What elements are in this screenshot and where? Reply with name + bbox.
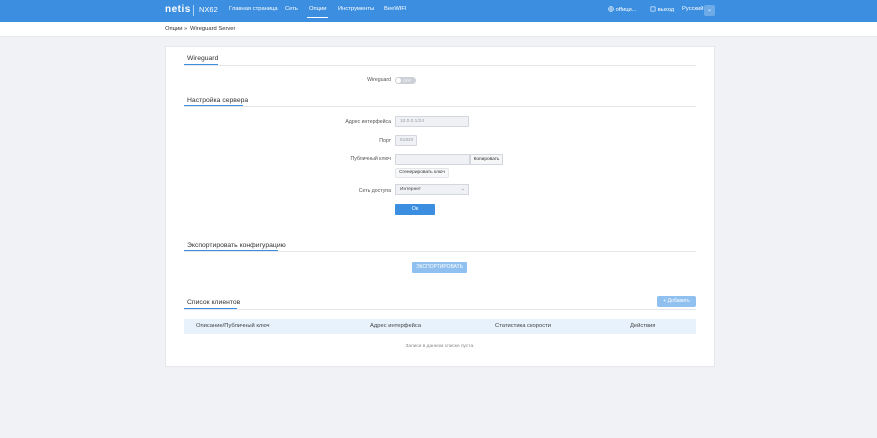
clients-table-header: Описание/Публичный ключ Адрес интерфейса…	[184, 319, 696, 334]
section-underline	[184, 105, 243, 106]
logo-divider	[193, 5, 194, 16]
chevron-down-icon: ⌄	[460, 186, 465, 192]
logout-link[interactable]: выход	[650, 6, 674, 13]
clients-section-title: Список клиентов	[187, 299, 241, 306]
language-select[interactable]: Русский	[682, 6, 704, 12]
section-underline	[184, 250, 278, 251]
export-section-title: Экспортировать конфигурацию	[187, 242, 286, 249]
nav-home[interactable]: Главная страница	[229, 6, 278, 12]
section-divider	[184, 309, 696, 310]
brand-logo[interactable]: netis	[165, 4, 191, 15]
interface-address-label: Адрес интерфейса	[345, 119, 391, 125]
nav-options[interactable]: Опции	[306, 6, 329, 18]
breadcrumb-current: Wireguard Server	[190, 26, 236, 32]
wireguard-section-title: Wireguard	[187, 55, 219, 62]
toggle-state-text: OFF	[403, 78, 411, 83]
column-speed-stats: Статистика скорости	[495, 323, 552, 329]
chevron-down-icon[interactable]: ⌄	[704, 5, 715, 16]
breadcrumb-options[interactable]: Опции	[165, 26, 182, 32]
port-label: Порт	[379, 138, 391, 144]
nav-beewifi[interactable]: BeeWIFI	[384, 6, 407, 12]
port-input[interactable]: 51820	[395, 135, 417, 146]
access-network-value: Интернет	[400, 187, 421, 192]
official-label: offици...	[615, 7, 637, 13]
section-underline	[184, 308, 237, 309]
public-key-label: Публичный ключ	[350, 156, 391, 162]
copy-key-button[interactable]: Копировать	[470, 154, 503, 165]
logout-label: выход	[657, 7, 675, 13]
export-button[interactable]: ЭКСПОРТИРОВАТЬ	[412, 262, 467, 273]
access-network-label: Сеть доступа	[358, 188, 391, 194]
public-key-input[interactable]	[395, 154, 470, 165]
column-interface-address: Адрес интерфейса	[370, 323, 422, 329]
globe-icon	[608, 6, 614, 12]
nav-network[interactable]: Сеть	[285, 6, 298, 12]
section-divider	[184, 106, 696, 107]
access-network-select[interactable]: Интернет ⌄	[395, 184, 469, 195]
wireguard-toggle[interactable]: OFF	[395, 77, 416, 84]
nav-tools[interactable]: Инструменты	[338, 6, 374, 12]
empty-list-message: Записи в данном списке пуста.	[405, 344, 475, 349]
section-divider	[184, 251, 696, 252]
logout-icon	[650, 6, 656, 12]
official-link[interactable]: offици...	[608, 6, 637, 13]
section-divider	[184, 65, 696, 66]
add-client-button[interactable]: + Добавить	[657, 296, 696, 307]
section-underline	[184, 64, 218, 65]
model-name: NX62	[199, 5, 218, 14]
column-actions: Действия	[630, 323, 656, 329]
breadcrumb-separator: »	[184, 26, 188, 32]
interface-address-input[interactable]: 10.0.0.1/24	[395, 116, 469, 127]
toggle-knob	[396, 78, 401, 83]
breadcrumb: Опции » Wireguard Server	[0, 22, 877, 37]
top-navigation-bar: netis NX62 Главная страница Сеть Опции И…	[0, 0, 877, 22]
generate-key-button[interactable]: Сгенерировать ключ	[395, 168, 449, 178]
ok-button[interactable]: Ок	[395, 204, 435, 215]
column-description: Описание/Публичный ключ	[196, 323, 270, 329]
wireguard-toggle-label: Wireguard	[367, 77, 391, 83]
server-section-title: Настройка сервера	[187, 97, 249, 104]
